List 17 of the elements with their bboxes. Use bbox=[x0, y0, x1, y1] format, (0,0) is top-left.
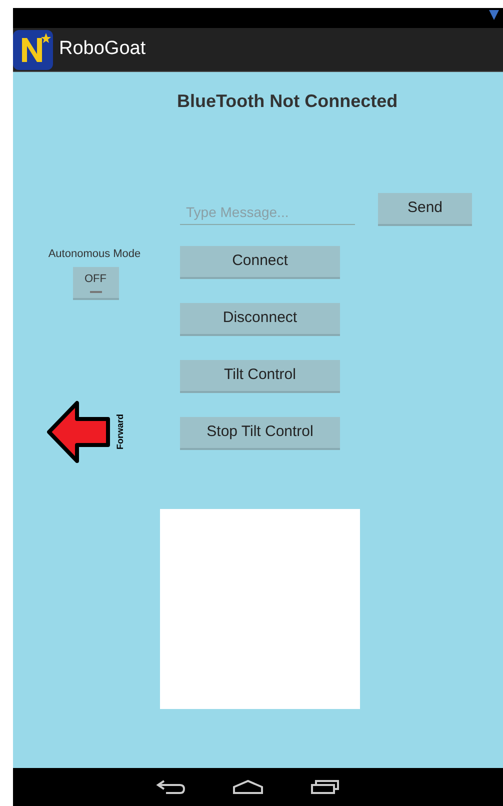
action-button[interactable]: Connect bbox=[180, 246, 340, 279]
connection-status: BlueTooth Not Connected bbox=[177, 91, 398, 111]
action-button[interactable]: Tilt Control bbox=[180, 360, 340, 393]
message-field[interactable]: Type Message... bbox=[180, 199, 355, 225]
home-icon[interactable] bbox=[232, 779, 264, 795]
app-logo-icon bbox=[13, 30, 53, 70]
autonomous-mode-label: Autonomous Mode bbox=[48, 247, 141, 262]
signal-icon bbox=[489, 10, 499, 20]
left-arrow-icon bbox=[47, 400, 112, 464]
action-button[interactable]: Disconnect bbox=[180, 303, 340, 336]
send-button[interactable]: Send bbox=[378, 193, 472, 226]
action-button[interactable]: Stop Tilt Control bbox=[180, 417, 340, 450]
recent-apps-icon[interactable] bbox=[310, 779, 340, 795]
app-title: RoboGoat bbox=[59, 37, 146, 62]
back-icon[interactable] bbox=[156, 779, 186, 795]
forward-label: Forward bbox=[114, 414, 126, 450]
autonomous-mode-toggle[interactable]: OFF bbox=[72, 266, 118, 300]
